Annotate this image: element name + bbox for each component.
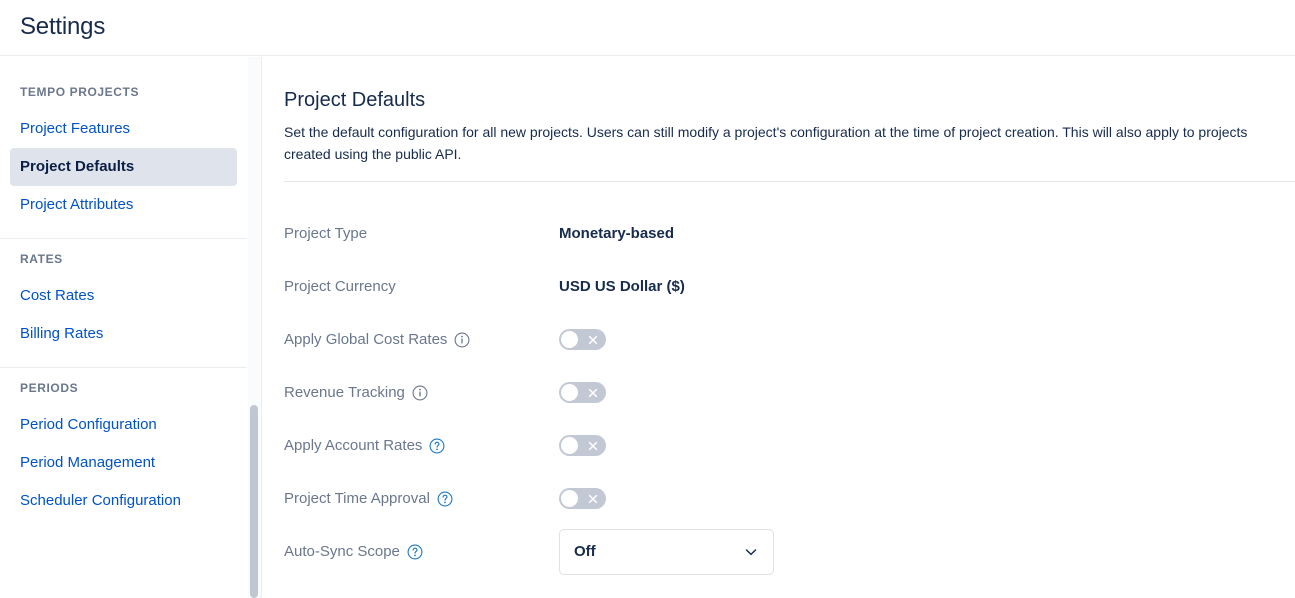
row-label: Apply Global Cost Rates	[284, 330, 559, 350]
sidebar-section-rates: RATES Cost Rates Billing Rates	[0, 238, 247, 367]
help-icon[interactable]	[429, 438, 445, 454]
close-icon	[588, 335, 598, 345]
row-label: Project Currency	[284, 277, 559, 297]
row-label-text: Project Time Approval	[284, 489, 430, 507]
toggle-knob	[561, 331, 578, 348]
row-label: Project Time Approval	[284, 489, 559, 509]
select-auto-sync-scope[interactable]: Off	[559, 528, 774, 575]
form-row-project-type: Project Type Monetary-based	[284, 207, 1274, 260]
list-item: Cost Rates	[10, 277, 237, 315]
form-row-apply-global-cost-rates: Apply Global Cost Rates	[284, 313, 1274, 366]
row-label: Project Type	[284, 224, 559, 244]
sidebar-list: Cost Rates Billing Rates	[0, 277, 247, 367]
toggle-project-time-approval[interactable]	[559, 488, 606, 509]
form-row-auto-sync-scope: Auto-Sync Scope Off	[284, 525, 1274, 578]
sidebar-section-heading: RATES	[20, 252, 63, 266]
sidebar-item-project-attributes[interactable]: Project Attributes	[10, 186, 237, 224]
row-label-text: Revenue Tracking	[284, 383, 405, 401]
info-icon[interactable]	[412, 385, 428, 401]
page-title: Settings	[20, 13, 106, 40]
select-value: Off	[574, 542, 596, 560]
toggle-apply-global-cost-rates[interactable]	[559, 329, 606, 350]
help-icon[interactable]	[437, 491, 453, 507]
sidebar-scrollbar-thumb[interactable]	[250, 405, 258, 598]
row-value: USD US Dollar ($)	[559, 277, 685, 295]
form-row-revenue-tracking: Revenue Tracking	[284, 366, 1274, 419]
form-row-apply-account-rates: Apply Account Rates	[284, 419, 1274, 472]
close-icon	[588, 441, 598, 451]
row-label-text: Auto-Sync Scope	[284, 542, 400, 560]
row-label-text: Project Currency	[284, 277, 396, 295]
row-label-text: Apply Global Cost Rates	[284, 330, 448, 348]
page-header: Settings	[0, 0, 1295, 56]
sidebar-item-period-configuration[interactable]: Period Configuration	[10, 406, 237, 444]
sidebar-item-period-management[interactable]: Period Management	[10, 444, 237, 482]
help-icon[interactable]	[407, 544, 423, 560]
sidebar-item-cost-rates[interactable]: Cost Rates	[10, 277, 237, 315]
sidebar-list: Project Features Project Defaults Project …	[0, 110, 247, 238]
list-item: Scheduler Configuration	[10, 482, 237, 520]
row-value: Monetary-based	[559, 224, 675, 242]
sidebar-item-scheduler-configuration[interactable]: Scheduler Configuration	[10, 482, 237, 520]
sidebar-section-periods: PERIODS Period Configuration Period Manage…	[0, 367, 247, 534]
main-content: Project Defaults Set the default configu…	[262, 57, 1295, 598]
form-row-project-currency: Project Currency USD US Dollar ($)	[284, 260, 1274, 313]
toggle-knob	[561, 437, 578, 454]
sidebar-list: Period Configuration Period Management Sch…	[0, 406, 247, 534]
sidebar-item-billing-rates[interactable]: Billing Rates	[10, 315, 237, 353]
list-item: Period Management	[10, 444, 237, 482]
list-item: Project Features	[10, 110, 237, 148]
list-item: Project Attributes	[10, 186, 237, 224]
row-label: Revenue Tracking	[284, 383, 559, 403]
form-row-project-time-approval: Project Time Approval	[284, 472, 1274, 525]
list-item: Period Configuration	[10, 406, 237, 444]
close-icon	[588, 494, 598, 504]
row-label: Apply Account Rates	[284, 436, 559, 456]
sidebar-section-heading: PERIODS	[20, 381, 79, 395]
project-defaults-form: Project Type Monetary-based Project Curren…	[284, 207, 1274, 578]
sidebar-item-project-defaults[interactable]: Project Defaults	[10, 148, 237, 186]
list-item: Billing Rates	[10, 315, 237, 353]
sidebar-section-heading: TEMPO PROJECTS	[20, 85, 140, 99]
content-description: Set the default configuration for all ne…	[284, 124, 1248, 162]
settings-sidebar: TEMPO PROJECTS Project Features Project De…	[0, 57, 247, 598]
content-divider	[284, 181, 1295, 182]
info-icon[interactable]	[454, 332, 470, 348]
sidebar-section-tempo-projects: TEMPO PROJECTS Project Features Project De…	[0, 71, 247, 238]
row-label-text: Project Type	[284, 224, 368, 242]
settings-page: Settings TEMPO PROJECTS Project Features P…	[0, 0, 1295, 598]
chevron-down-icon	[743, 544, 759, 560]
content-title: Project Defaults	[284, 89, 426, 111]
toggle-knob	[561, 490, 578, 507]
row-label: Auto-Sync Scope	[284, 542, 559, 562]
toggle-revenue-tracking[interactable]	[559, 382, 606, 403]
close-icon	[588, 388, 598, 398]
row-label-text: Apply Account Rates	[284, 436, 423, 454]
sidebar-item-project-features[interactable]: Project Features	[10, 110, 237, 148]
list-item: Project Defaults	[10, 148, 237, 186]
toggle-knob	[561, 384, 578, 401]
toggle-apply-account-rates[interactable]	[559, 435, 606, 456]
